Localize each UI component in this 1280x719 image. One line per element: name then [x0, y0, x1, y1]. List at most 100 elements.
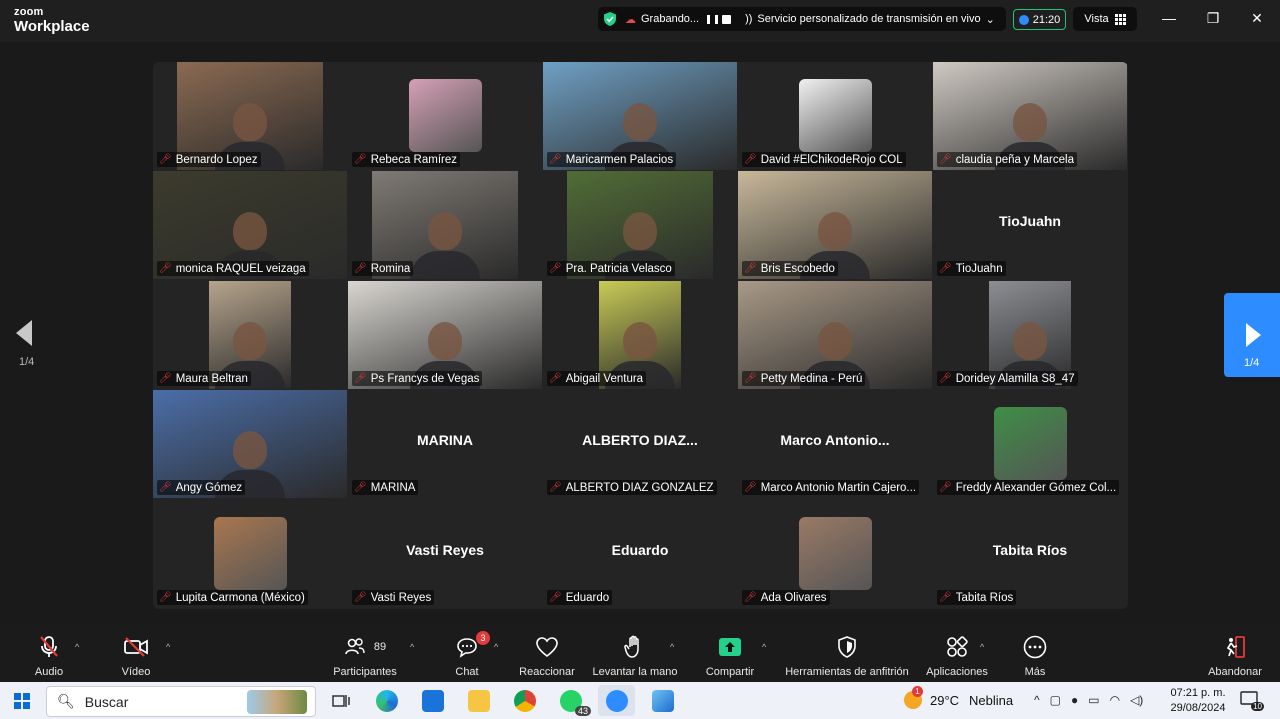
- react-button[interactable]: Reaccionar: [518, 635, 576, 678]
- view-button[interactable]: Vista: [1073, 7, 1137, 31]
- participant-tile[interactable]: 🎤︎ Pra. Patricia Velasco: [543, 171, 737, 279]
- zoom-taskbar-icon[interactable]: [598, 685, 635, 716]
- participant-tile[interactable]: 🎤︎ monica RAQUEL veizaga: [153, 171, 347, 279]
- chat-button[interactable]: 3 Chat: [452, 631, 490, 678]
- participant-name: ALBERTO DIAZ GONZALEZ: [565, 481, 714, 494]
- participant-tile[interactable]: 🎤︎ Abigail Ventura: [543, 281, 737, 389]
- share-button[interactable]: Compartir: [704, 635, 756, 678]
- participant-name: Pra. Patricia Velasco: [565, 262, 672, 275]
- participant-name: Maricarmen Palacios: [565, 153, 674, 166]
- stop-recording-button[interactable]: [722, 14, 732, 24]
- edge-icon[interactable]: [368, 685, 405, 716]
- participant-name-label: 🎤︎ Romina: [352, 261, 414, 276]
- battery-icon[interactable]: ▭: [1088, 693, 1099, 707]
- participant-tile[interactable]: ALBERTO DIAZ... 🎤︎ ALBERTO DIAZ GONZALEZ: [543, 390, 737, 498]
- share-options-caret[interactable]: ^: [762, 642, 770, 652]
- participant-name-label: 🎤︎ Eduardo: [547, 590, 613, 605]
- host-tools-button[interactable]: Herramientas de anfitrión: [784, 635, 910, 678]
- participant-tile[interactable]: 🎤︎ David #ElChikodeRojo COL: [738, 62, 932, 170]
- participant-tile[interactable]: 🎤︎ claudia peña y Marcela: [933, 62, 1127, 170]
- microphone-icon[interactable]: ●: [1071, 693, 1078, 707]
- participant-name-label: 🎤︎ Angy Gómez: [157, 480, 246, 495]
- notification-center-icon[interactable]: 10: [1240, 691, 1264, 711]
- video-options-caret[interactable]: ^: [166, 642, 174, 652]
- taskbar-apps: 43: [322, 685, 690, 716]
- close-button[interactable]: ✕: [1250, 10, 1264, 27]
- person-silhouette: [623, 322, 657, 361]
- participant-tile[interactable]: Marco Antonio... 🎤︎ Marco Antonio Martin C…: [738, 390, 932, 498]
- leave-icon: [1226, 636, 1245, 658]
- participant-name-label: 🎤︎ Freddy Alexander Gómez Col...: [937, 480, 1120, 495]
- search-icon: 🔍︎: [57, 693, 75, 709]
- previous-page-button[interactable]: 1/4: [16, 320, 36, 375]
- participant-tile[interactable]: 🎤︎ Ada Olivares: [738, 500, 932, 608]
- mail-icon[interactable]: [414, 685, 451, 716]
- chrome-icon[interactable]: [506, 685, 543, 716]
- participant-tile[interactable]: 🎤︎ Freddy Alexander Gómez Col...: [933, 390, 1127, 498]
- next-page-button[interactable]: 1/4: [1224, 293, 1280, 377]
- minimize-button[interactable]: —: [1162, 10, 1176, 27]
- participant-avatar: [409, 79, 482, 152]
- whatsapp-badge: 43: [574, 706, 591, 716]
- weather-widget[interactable]: 1 29°C Neblina: [904, 686, 1013, 709]
- mic-muted-icon: 🎤︎: [744, 482, 757, 493]
- participant-tile[interactable]: MARINA 🎤︎ MARINA: [348, 390, 542, 498]
- participant-tile[interactable]: Vasti Reyes 🎤︎ Vasti Reyes: [348, 500, 542, 608]
- participant-tile[interactable]: Eduardo 🎤︎ Eduardo: [543, 500, 737, 608]
- more-button[interactable]: Más: [1022, 635, 1048, 678]
- live-stream-dropdown[interactable]: )) Servicio personalizado de transmisión…: [745, 13, 995, 26]
- meeting-timer[interactable]: 21:20: [1013, 9, 1066, 30]
- gallery-grid: 🎤︎ Bernardo Lopez 🎤︎ Rebeca Ramírez 🎤︎ Marica…: [153, 62, 1128, 609]
- participant-name-label: 🎤︎ ALBERTO DIAZ GONZALEZ: [547, 480, 717, 495]
- weather-badge: 1: [912, 686, 923, 697]
- windows-start-icon[interactable]: [14, 693, 30, 709]
- audio-options-caret[interactable]: ^: [75, 642, 83, 652]
- heart-icon: [536, 637, 558, 658]
- chat-options-caret[interactable]: ^: [494, 642, 502, 652]
- pause-recording-button[interactable]: [707, 14, 719, 24]
- participant-tile[interactable]: Tabita Ríos 🎤︎ Tabita Ríos: [933, 500, 1127, 608]
- participant-tile[interactable]: TioJuahn 🎤︎ TioJuahn: [933, 171, 1127, 279]
- whatsapp-icon[interactable]: 43: [552, 685, 591, 716]
- participant-tile[interactable]: 🎤︎ Bris Escobedo: [738, 171, 932, 279]
- volume-icon[interactable]: ◁): [1130, 693, 1143, 707]
- participant-name: Lupita Carmona (México): [175, 591, 305, 604]
- participant-tile[interactable]: 🎤︎ Angy Gómez: [153, 390, 347, 498]
- meet-now-icon[interactable]: ▢: [1050, 693, 1061, 707]
- participant-tile[interactable]: 🎤︎ Lupita Carmona (México): [153, 500, 347, 608]
- leave-button[interactable]: Abandonar: [1206, 635, 1264, 678]
- person-silhouette: [233, 212, 267, 251]
- shield-check-icon[interactable]: [603, 12, 617, 26]
- raise-hand-button[interactable]: Levantar la mano: [592, 635, 678, 678]
- photos-icon[interactable]: [644, 685, 681, 716]
- participant-tile[interactable]: 🎤︎ Maricarmen Palacios: [543, 62, 737, 170]
- participant-tile[interactable]: 🎤︎ Romina: [348, 171, 542, 279]
- apps-options-caret[interactable]: ^: [980, 642, 988, 652]
- participant-tile[interactable]: 🎤︎ Rebeca Ramírez: [348, 62, 542, 170]
- recording-label: Grabando...: [641, 13, 700, 25]
- mic-muted-icon: 🎤︎: [549, 154, 562, 165]
- chevron-up-icon[interactable]: ^: [1034, 693, 1040, 707]
- video-button[interactable]: Vídeo: [118, 635, 154, 678]
- participant-tile[interactable]: 🎤︎ Ps Francys de Vegas: [348, 281, 542, 389]
- video-off-icon: [124, 637, 148, 657]
- mic-muted-icon: 🎤︎: [744, 154, 757, 165]
- participant-avatar: [994, 407, 1067, 480]
- taskbar-clock[interactable]: 07:21 p. m. 29/08/2024: [1168, 686, 1228, 716]
- participants-options-caret[interactable]: ^: [410, 642, 418, 652]
- participants-button[interactable]: 89 Participantes: [330, 635, 400, 678]
- participant-tile[interactable]: 🎤︎ Maura Beltran: [153, 281, 347, 389]
- participant-name: Ps Francys de Vegas: [370, 372, 480, 385]
- raise-hand-options-caret[interactable]: ^: [670, 642, 678, 652]
- wifi-icon[interactable]: ◠: [1110, 693, 1120, 707]
- file-explorer-icon[interactable]: [460, 685, 497, 716]
- zoom-logo: zoom Workplace: [14, 6, 90, 35]
- audio-button[interactable]: Audio: [32, 635, 66, 678]
- taskbar-search[interactable]: 🔍︎ Buscar: [46, 686, 316, 717]
- apps-button[interactable]: Aplicaciones: [926, 635, 988, 678]
- participant-tile[interactable]: 🎤︎ Doridey Alamilla S8_47: [933, 281, 1127, 389]
- restore-button[interactable]: ❐: [1206, 10, 1220, 27]
- participant-tile[interactable]: 🎤︎ Bernardo Lopez: [153, 62, 347, 170]
- participant-tile[interactable]: 🎤︎ Petty Medina - Perú: [738, 281, 932, 389]
- task-view-icon[interactable]: [322, 685, 359, 716]
